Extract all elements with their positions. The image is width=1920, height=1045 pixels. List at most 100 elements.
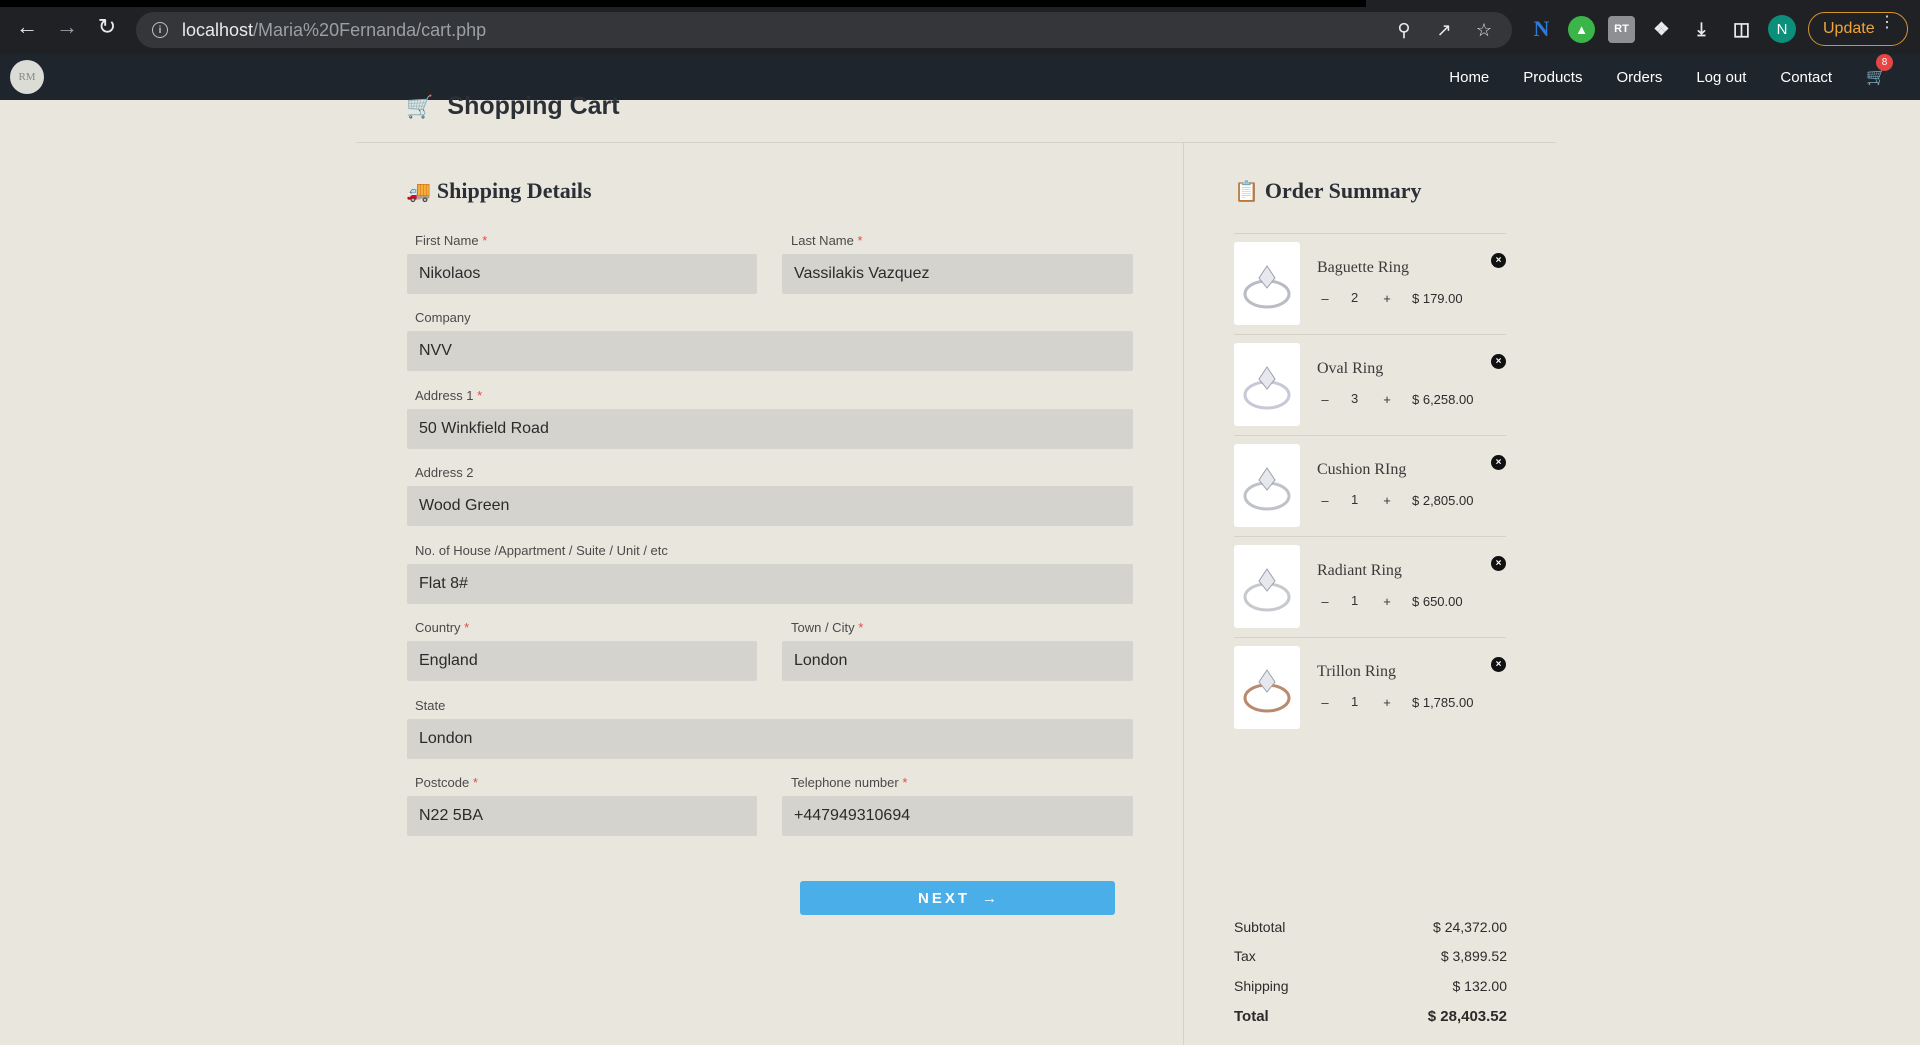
page-title-text: Shopping Cart — [447, 92, 620, 120]
address2-label: Address 2 — [415, 465, 474, 480]
cart-icon[interactable]: 🛒 8 — [1866, 54, 1894, 87]
required-mark: * — [464, 620, 470, 635]
country-field[interactable]: England — [407, 641, 757, 681]
subtotal-value: $ 24,372.00 — [1433, 919, 1507, 935]
decrease-qty-button[interactable]: – — [1317, 593, 1333, 609]
green-extension-icon[interactable]: ▲ — [1568, 15, 1595, 43]
site-navbar: RM Home Products Orders Log out Contact … — [0, 54, 1920, 100]
ring-thumbnail[interactable] — [1234, 545, 1300, 628]
house-number-field[interactable]: Flat 8# — [407, 564, 1133, 604]
address1-label: Address 1 * — [415, 388, 482, 403]
decrease-qty-button[interactable]: – — [1317, 391, 1333, 407]
postcode-label: Postcode * — [415, 775, 478, 790]
site-logo[interactable]: RM — [10, 60, 44, 94]
subtotal-row: Subtotal $ 24,372.00 — [1234, 919, 1507, 935]
tax-row: Tax $ 3,899.52 — [1234, 948, 1507, 964]
nav-home[interactable]: Home — [1449, 69, 1489, 86]
item-quantity: 3 — [1351, 391, 1359, 406]
menu-dots-icon[interactable]: ⋮ — [1879, 15, 1895, 31]
order-summary-heading: 📋 Order Summary — [1234, 178, 1422, 204]
remove-item-icon[interactable]: × — [1491, 657, 1506, 672]
rt-extension-icon[interactable]: RT — [1608, 15, 1635, 43]
back-icon[interactable]: ← — [7, 7, 47, 47]
remove-item-icon[interactable]: × — [1491, 556, 1506, 571]
last-name-field[interactable]: Vassilakis Vazquez — [782, 254, 1133, 294]
increase-qty-button[interactable]: + — [1379, 391, 1395, 407]
site-info-icon[interactable]: i — [152, 22, 168, 38]
remove-item-icon[interactable]: × — [1491, 455, 1506, 470]
country-label-text: Country — [415, 620, 461, 635]
cart-item: Oval Ring – 3 + $ 6,258.00 × — [1234, 334, 1506, 435]
url-text[interactable]: localhost/Maria%20Fernanda/cart.php — [182, 20, 486, 41]
nav-orders[interactable]: Orders — [1616, 69, 1662, 86]
tax-label: Tax — [1234, 948, 1256, 964]
address-bar[interactable]: i localhost/Maria%20Fernanda/cart.php ⚲ … — [136, 12, 1512, 48]
tab-strip — [0, 0, 1366, 7]
item-name[interactable]: Trillon Ring — [1317, 663, 1396, 681]
shipping-value: $ 132.00 — [1452, 978, 1508, 994]
next-button[interactable]: NEXT → — [800, 881, 1115, 915]
update-button[interactable]: Update ⋮ — [1808, 12, 1908, 46]
profile-avatar[interactable]: N — [1768, 15, 1796, 43]
item-quantity: 1 — [1351, 593, 1359, 608]
address1-field[interactable]: 50 Winkfield Road — [407, 409, 1133, 449]
city-field[interactable]: London — [782, 641, 1133, 681]
required-mark: * — [902, 775, 908, 790]
remove-item-icon[interactable]: × — [1491, 253, 1506, 268]
postcode-label-text: Postcode — [415, 775, 470, 790]
decrease-qty-button[interactable]: – — [1317, 694, 1333, 710]
phone-label-text: Telephone number — [791, 775, 899, 790]
decrease-qty-button[interactable]: – — [1317, 492, 1333, 508]
share-icon[interactable]: ↗ — [1432, 18, 1456, 42]
increase-qty-button[interactable]: + — [1379, 492, 1395, 508]
puzzle-extensions-icon[interactable]: ❖ — [1648, 16, 1675, 43]
phone-field[interactable]: +447949310694 — [782, 796, 1133, 836]
item-price: $ 179.00 — [1412, 291, 1463, 306]
remove-item-icon[interactable]: × — [1491, 354, 1506, 369]
item-quantity: 2 — [1351, 290, 1359, 305]
update-label: Update — [1823, 20, 1875, 37]
first-name-field[interactable]: Nikolaos — [407, 254, 757, 294]
forward-icon[interactable]: → — [47, 7, 87, 47]
zoom-icon[interactable]: ⚲ — [1392, 18, 1416, 42]
arrow-right-icon: → — [982, 889, 997, 907]
nav-contact[interactable]: Contact — [1780, 69, 1832, 86]
phone-label: Telephone number * — [791, 775, 907, 790]
cart-item: Trillon Ring – 1 + $ 1,785.00 × — [1234, 637, 1506, 738]
decrease-qty-button[interactable]: – — [1317, 290, 1333, 306]
increase-qty-button[interactable]: + — [1379, 290, 1395, 306]
ring-thumbnail[interactable] — [1234, 646, 1300, 729]
state-field[interactable]: London — [407, 719, 1133, 759]
postcode-field[interactable]: N22 5BA — [407, 796, 757, 836]
ring-thumbnail[interactable] — [1234, 343, 1300, 426]
bookmark-star-icon[interactable]: ☆ — [1472, 18, 1496, 42]
increase-qty-button[interactable]: + — [1379, 694, 1395, 710]
address2-field[interactable]: Wood Green — [407, 486, 1133, 526]
company-field[interactable]: NVV — [407, 331, 1133, 371]
required-mark: * — [472, 775, 478, 790]
ring-thumbnail[interactable] — [1234, 242, 1300, 325]
required-mark: * — [857, 233, 863, 248]
cart-count-badge: 8 — [1876, 54, 1894, 71]
reload-icon[interactable]: ↻ — [87, 7, 127, 47]
nav-products[interactable]: Products — [1523, 69, 1582, 86]
n-extension-icon[interactable]: N — [1528, 16, 1555, 43]
side-panel-icon[interactable]: ◫ — [1728, 16, 1755, 43]
item-name[interactable]: Cushion RIng — [1317, 461, 1406, 479]
total-row: Total $ 28,403.52 — [1234, 1008, 1507, 1025]
item-name[interactable]: Oval Ring — [1317, 360, 1383, 378]
download-icon[interactable]: ⤓ — [1688, 16, 1715, 43]
total-value: $ 28,403.52 — [1427, 1008, 1507, 1025]
url-host: localhost — [182, 19, 254, 40]
nav-logout[interactable]: Log out — [1696, 69, 1746, 86]
item-quantity: 1 — [1351, 492, 1359, 507]
item-name[interactable]: Baguette Ring — [1317, 259, 1409, 277]
shipping-label: Shipping — [1234, 978, 1289, 994]
increase-qty-button[interactable]: + — [1379, 593, 1395, 609]
item-name[interactable]: Radiant Ring — [1317, 562, 1402, 580]
item-quantity: 1 — [1351, 694, 1359, 709]
ring-thumbnail[interactable] — [1234, 444, 1300, 527]
logo-text: RM — [18, 71, 36, 83]
required-mark: * — [482, 233, 488, 248]
shipping-row: Shipping $ 132.00 — [1234, 978, 1507, 994]
